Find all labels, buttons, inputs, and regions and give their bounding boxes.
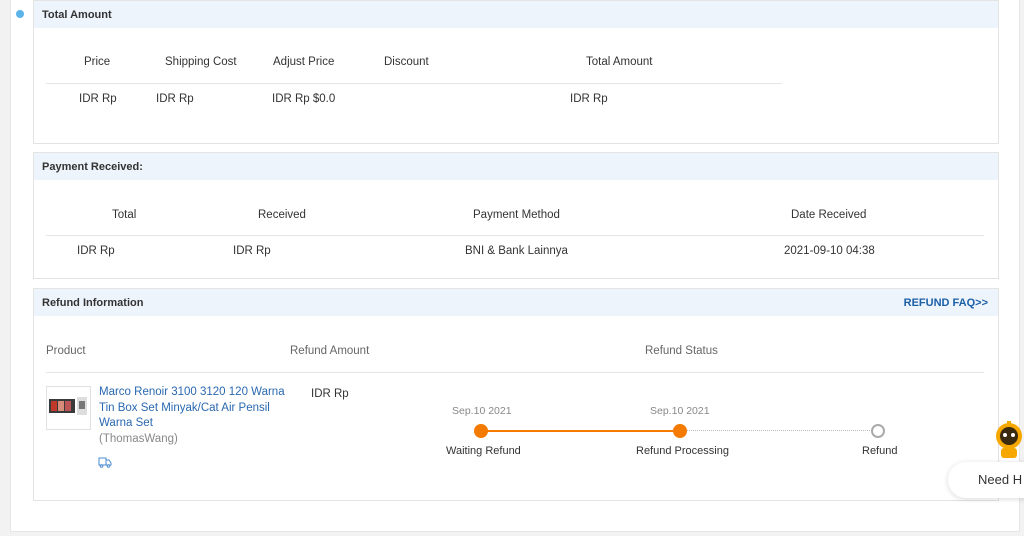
shipping-icon[interactable] (98, 455, 112, 473)
header-received: Received (258, 209, 306, 221)
step-label-processing: Refund Processing (636, 445, 729, 457)
divider (46, 372, 984, 373)
header-price: Price (84, 56, 111, 68)
received-value: IDR Rp (233, 245, 271, 257)
need-help-button[interactable]: Need H (948, 462, 1024, 498)
total-amount-title: Total Amount (34, 1, 998, 28)
product-thumbnail[interactable] (46, 386, 91, 430)
header-adjust-price: Adjust Price (273, 56, 335, 68)
refund-information-header: Refund Information REFUND FAQ>> (34, 289, 998, 316)
date-received-value: 2021-09-10 04:38 (784, 245, 875, 257)
header-product: Product (46, 345, 86, 357)
header-payment-method: Payment Method (473, 209, 560, 221)
shipping-value: IDR Rp (156, 93, 194, 105)
total-amount-panel: Total Amount Price Shipping Cost Adjust … (33, 0, 999, 144)
product-name-link[interactable]: Marco Renoir 3100 3120 120 Warna Tin Box… (99, 385, 289, 432)
seller-name: (ThomasWang) (99, 433, 178, 445)
price-value: IDR Rp (79, 93, 117, 105)
adjust-price-value: IDR Rp $0.0 (272, 93, 336, 105)
header-discount: Discount (384, 56, 429, 68)
total-value: IDR Rp (77, 245, 115, 257)
payment-method-value: BNI & Bank Lainnya (465, 245, 568, 257)
total-amount-value: IDR Rp (570, 93, 608, 105)
refund-information-panel: Refund Information REFUND FAQ>> Product … (33, 288, 999, 501)
step-node-processing (673, 424, 687, 438)
timeline-dot (16, 10, 24, 18)
step-node-waiting (474, 424, 488, 438)
progress-line-complete (482, 430, 680, 432)
header-refund-status: Refund Status (645, 345, 718, 357)
assistant-avatar-icon[interactable] (992, 420, 1024, 460)
header-refund-amount: Refund Amount (290, 345, 370, 357)
header-shipping-cost: Shipping Cost (165, 56, 237, 68)
divider (46, 235, 984, 236)
step-date-waiting: Sep.10 2021 (452, 405, 512, 417)
step-label-refund: Refund (862, 445, 898, 457)
order-detail-container: Total Amount Price Shipping Cost Adjust … (10, 0, 1020, 532)
step-label-waiting: Waiting Refund (446, 445, 521, 457)
refund-faq-link[interactable]: REFUND FAQ>> (904, 297, 988, 309)
divider (46, 83, 782, 84)
payment-received-title: Payment Received: (34, 153, 998, 180)
header-total: Total (112, 209, 137, 221)
step-date-processing: Sep.10 2021 (650, 405, 710, 417)
header-date-received: Date Received (791, 209, 867, 221)
payment-received-panel: Payment Received: Total Received Payment… (33, 152, 999, 279)
header-total-amount: Total Amount (586, 56, 653, 68)
progress-line-pending (680, 430, 878, 431)
step-node-refund (871, 424, 885, 438)
refund-information-title: Refund Information (42, 297, 144, 309)
refund-amount-value: IDR Rp (311, 388, 349, 400)
